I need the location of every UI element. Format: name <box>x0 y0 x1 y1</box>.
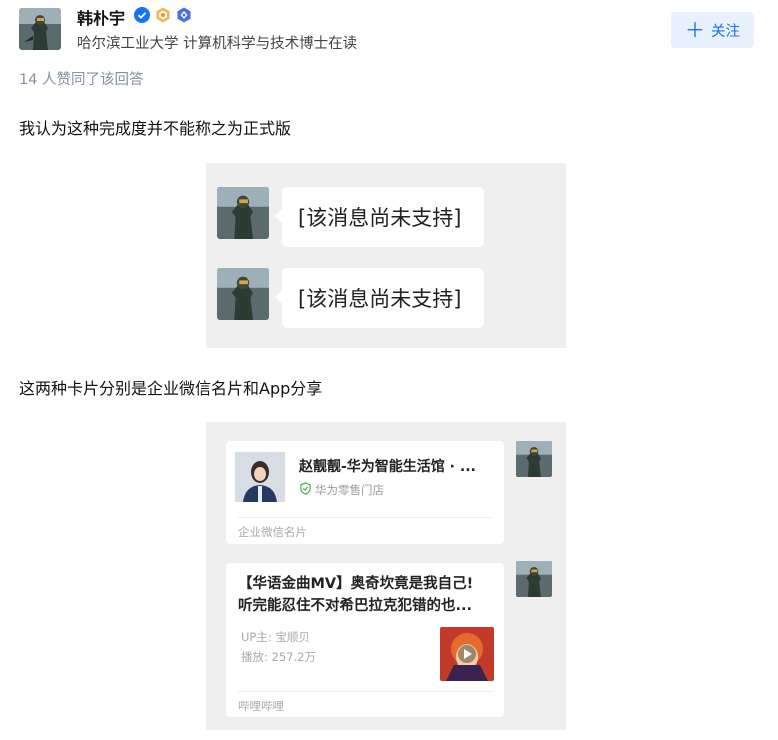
contact-card: 赵靓靓-华为智能生活馆 · ... 华为零售门店 企业微信名片 <box>226 441 504 544</box>
chat-avatar <box>217 268 269 320</box>
play-count-text: 播放: 257.2万 <box>241 650 316 664</box>
chat-avatar <box>217 187 269 239</box>
cards-screenshot[interactable]: 赵靓靓-华为智能生活馆 · ... 华为零售门店 企业微信名片 【华语金曲MV】… <box>206 422 566 730</box>
card-footer: 哔哩哔哩 <box>238 699 284 713</box>
chat-screenshot[interactable]: [该消息尚未支持] [该消息尚未支持] <box>206 163 566 348</box>
author-bio: 哈尔滨工业大学 计算机科学与技术博士在读 <box>77 36 358 52</box>
app-share-card: 【华语金曲MV】奥奇坎竟是我自己! 听完能忍住不对希巴拉克犯错的也... UP主… <box>226 563 504 717</box>
follow-button[interactable]: ＋ 关注 <box>671 12 754 48</box>
upvote-info[interactable]: 14 人赞同了该回答 <box>19 68 144 89</box>
card-footer: 企业微信名片 <box>238 525 307 539</box>
divider <box>238 691 492 692</box>
honor-badge-icon[interactable] <box>155 7 171 23</box>
video-title: 【华语金曲MV】奥奇坎竟是我自己! 听完能忍住不对希巴拉克犯错的也... <box>238 573 500 617</box>
creator-badge-icon[interactable] <box>176 7 192 23</box>
answer-paragraph: 我认为这种完成度并不能称之为正式版 <box>19 119 292 138</box>
uploader-text: UP主: 宝顺贝 <box>241 630 310 644</box>
chat-message: [该消息尚未支持] <box>217 268 484 328</box>
author-name[interactable]: 韩朴宇 <box>77 5 125 29</box>
chat-message: [该消息尚未支持] <box>217 187 484 247</box>
shield-check-icon <box>299 482 312 498</box>
author-avatar[interactable] <box>19 8 61 50</box>
message-bubble: [该消息尚未支持] <box>275 268 484 328</box>
sender-avatar <box>516 441 552 477</box>
answer-paragraph: 这两种卡片分别是企业微信名片和App分享 <box>19 379 323 398</box>
video-thumbnail <box>440 627 494 681</box>
follow-label: 关注 <box>711 23 740 40</box>
video-title-line: 【华语金曲MV】奥奇坎竟是我自己! <box>238 576 474 592</box>
contact-shop-label: 华为零售门店 <box>315 483 384 497</box>
plus-icon: ＋ <box>685 18 705 42</box>
sender-avatar <box>516 561 552 597</box>
contact-photo <box>235 452 285 502</box>
video-title-line: 听完能忍住不对希巴拉克犯错的也... <box>238 598 473 614</box>
contact-name: 赵靓靓-华为智能生活馆 · ... <box>299 459 476 475</box>
verified-icon <box>134 7 150 23</box>
contact-shop: 华为零售门店 <box>299 482 384 498</box>
divider <box>238 517 492 518</box>
message-bubble: [该消息尚未支持] <box>275 187 484 247</box>
